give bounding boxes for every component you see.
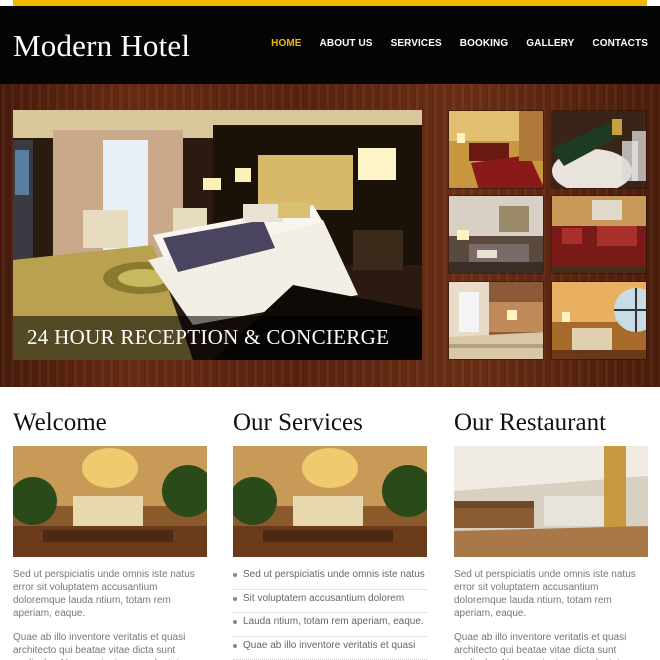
nav-booking[interactable]: BOOKING [460, 38, 508, 49]
gallery-thumb-window-room[interactable] [551, 281, 647, 360]
list-item[interactable]: Quae ab illo inventore veritatis et quas… [233, 637, 427, 660]
services-list: Sed ut perspiciatis unde omnis iste natu… [233, 566, 427, 660]
restaurant-image [454, 446, 648, 557]
lobby-image [233, 446, 427, 557]
window-room-image [552, 282, 646, 359]
hero-caption-text: 24 HOUR RECEPTION & CONCIERGE [27, 325, 390, 349]
services-image [233, 446, 427, 557]
gallery-thumb-red-sofa[interactable] [551, 195, 647, 274]
gallery-thumb-champagne[interactable] [551, 110, 647, 189]
gallery-thumb-suite[interactable] [448, 281, 544, 360]
restaurant-title: Our Restaurant [454, 409, 607, 436]
welcome-title: Welcome [13, 409, 107, 436]
list-item[interactable]: Sed ut perspiciatis unde omnis iste natu… [233, 566, 427, 590]
bullet-icon [233, 620, 237, 624]
nav-services[interactable]: SERVICES [391, 38, 442, 49]
main-nav: HOME ABOUT US SERVICES BOOKING GALLERY C… [253, 38, 648, 49]
lobby-image [13, 446, 207, 557]
restaurant-section: Our Restaurant Sed ut perspiciatis unde … [454, 405, 648, 660]
hero-slide[interactable]: 24 HOUR RECEPTION & CONCIERGE [13, 110, 422, 360]
nav-home[interactable]: HOME [271, 38, 301, 49]
bullet-icon [233, 643, 237, 648]
welcome-paragraph-1: Sed ut perspiciatis unde omnis iste natu… [13, 569, 195, 619]
list-item[interactable]: Sit voluptatem accusantium dolorem [233, 590, 427, 613]
list-item[interactable]: Lauda ntium, totam rem aperiam, eaque. [233, 613, 427, 637]
site-header: Modern Hotel HOME ABOUT US SERVICES BOOK… [0, 6, 660, 84]
nav-gallery[interactable]: GALLERY [526, 38, 574, 49]
welcome-paragraph-2: Quae ab illo inventore veritatis et quas… [13, 632, 193, 660]
hero-caption: 24 HOUR RECEPTION & CONCIERGE [13, 316, 422, 360]
nav-about-us[interactable]: ABOUT US [320, 38, 373, 49]
suite-image [449, 282, 543, 359]
bullet-icon [233, 596, 237, 601]
restaurant-paragraph-1: Sed ut perspiciatis unde omnis iste natu… [454, 569, 636, 619]
site-logo[interactable]: Modern Hotel [13, 28, 190, 64]
lounge-image [449, 196, 543, 273]
services-section: Our Services Sed ut perspiciatis unde om… [233, 405, 427, 660]
restaurant-paragraph-2: Quae ab illo inventore veritatis et quas… [454, 632, 634, 660]
gallery-thumb-bedroom[interactable] [448, 110, 544, 189]
welcome-section: Welcome Sed ut perspiciatis unde omnis i… [13, 405, 207, 660]
red-sofa-image [552, 196, 646, 273]
welcome-image [13, 446, 207, 557]
nav-contacts[interactable]: CONTACTS [592, 38, 648, 49]
gallery-thumb-lounge[interactable] [448, 195, 544, 274]
champagne-image [552, 111, 646, 188]
bedroom-image [449, 111, 543, 188]
bullet-icon [233, 573, 237, 577]
restaurant-bar-image [454, 446, 648, 557]
services-title: Our Services [233, 409, 363, 436]
